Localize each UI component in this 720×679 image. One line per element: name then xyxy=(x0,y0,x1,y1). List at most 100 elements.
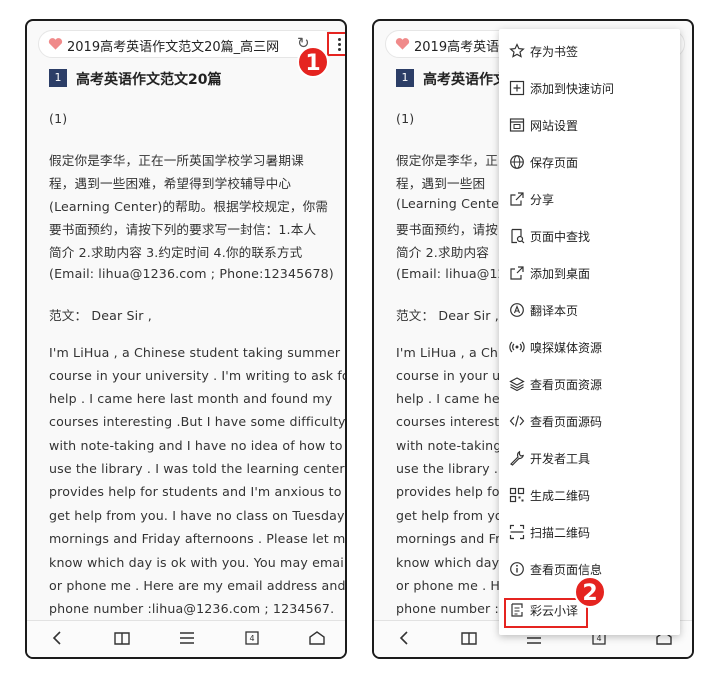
more-menu-button[interactable] xyxy=(327,32,345,56)
article-line: 简介 2.求助内容 xyxy=(396,245,489,260)
highlight-box xyxy=(504,598,588,628)
article-line: 程，遇到一些困难，希望得到学校辅导中心 xyxy=(49,176,292,191)
menu-item-label: 生成二维码 xyxy=(530,489,591,503)
menu-item-label: 添加到快速访问 xyxy=(530,82,615,96)
article-line: (Email: lihua@1236.com ; Phone:12345678) xyxy=(49,266,334,281)
site-settings-icon xyxy=(509,118,525,132)
menu-item-label: 网站设置 xyxy=(530,119,579,133)
section-number-badge: 1 xyxy=(396,69,414,87)
info-icon xyxy=(510,562,524,576)
menu-icon[interactable] xyxy=(177,628,197,648)
article-line: (Email: lihua@123 xyxy=(396,266,514,281)
page-title: 2019高考英语作 xyxy=(414,40,513,55)
article-line: (1) xyxy=(396,111,415,126)
more-dot xyxy=(338,48,341,51)
menu-item-generate-qr[interactable]: 生成二维码 xyxy=(499,477,680,514)
menu-item-add-to-desktop[interactable]: 添加到桌面 xyxy=(499,255,680,292)
globe-icon xyxy=(510,155,524,169)
article-line: or phone me . He xyxy=(396,578,508,593)
tabs-button[interactable]: 4 xyxy=(242,628,262,648)
article-line: (1) xyxy=(49,111,68,126)
broadcast-icon xyxy=(509,341,525,353)
article-line: courses interestir xyxy=(396,414,509,429)
article-line: help . I came here last month and found … xyxy=(49,391,333,406)
menu-item-label: 分享 xyxy=(530,193,555,207)
bookmarks-icon[interactable] xyxy=(459,628,479,648)
menu-item-label: 翻译本页 xyxy=(530,304,579,318)
article-line: mornings and Friday afternoons . Please … xyxy=(49,531,347,546)
article-line: 要书面预约，请按 xyxy=(396,222,498,237)
overflow-menu: 存为书签 添加到快速访问 网站设置 保存页面 分享 页面中查找 添加到桌面 翻译… xyxy=(499,29,680,635)
menu-item-share[interactable]: 分享 xyxy=(499,181,680,218)
article-line: provides help for xyxy=(396,484,505,499)
menu-item-scan-qr[interactable]: 扫描二维码 xyxy=(499,514,680,551)
article-line: 要书面预约，请按下列的要求写一封信：1.本人 xyxy=(49,222,317,237)
article-line: courses interesting .But I have some dif… xyxy=(49,414,346,429)
plus-square-icon xyxy=(509,80,525,96)
article-line: use the library . I xyxy=(396,461,507,476)
article-line: or phone me . Here are my email address … xyxy=(49,578,346,593)
menu-item-label: 嗅探媒体资源 xyxy=(530,341,603,355)
menu-item-sniff-media[interactable]: 嗅探媒体资源 xyxy=(499,329,680,366)
phone-screen-left: 2019高考英语作文范文20篇_高三网 ↻ 1 高考英语作文范文20篇 (1) … xyxy=(25,19,347,659)
more-dots-icon xyxy=(338,38,341,41)
article-line: I'm LiHua , a Chinese student taking sum… xyxy=(49,345,341,360)
page-title: 2019高考英语作文范文20篇_高三网 xyxy=(67,40,280,55)
address-bar[interactable]: 2019高考英语作文范文20篇_高三网 ↻ xyxy=(38,30,345,58)
back-icon[interactable] xyxy=(394,628,414,648)
menu-item-label: 扫描二维码 xyxy=(530,526,591,540)
article-line: know which day is ok with you. You may e… xyxy=(49,555,347,570)
bookmarks-icon[interactable] xyxy=(112,628,132,648)
article-line: 假定你是李华，正 xyxy=(396,153,498,168)
article-line: 简介 2.求助内容 3.约定时间 4.你的联系方式 xyxy=(49,245,303,260)
menu-item-site-settings[interactable]: 网站设置 xyxy=(499,107,680,144)
article-line: (Learning Center)的帮助。根据学校规定，你需 xyxy=(49,199,329,214)
menu-item-page-source[interactable]: 查看页面源码 xyxy=(499,403,680,440)
qr-code-icon xyxy=(509,487,525,503)
article-line: help . I came her xyxy=(396,391,506,406)
wrench-icon xyxy=(510,450,524,466)
section-title: 高考英语作文 xyxy=(423,72,507,88)
scan-icon xyxy=(509,524,525,540)
bottom-toolbar: 4 xyxy=(27,620,345,657)
article-line: (Learning Center) xyxy=(396,196,510,211)
article-line: get help from you. I have no class on Tu… xyxy=(49,508,347,523)
article-line: phone number :lih xyxy=(396,601,515,616)
article-line: get help from you xyxy=(396,508,511,523)
menu-item-find-in-page[interactable]: 页面中查找 xyxy=(499,218,680,255)
more-dot xyxy=(338,43,341,46)
menu-item-translate[interactable]: 翻译本页 xyxy=(499,292,680,329)
article-line: know which day i xyxy=(396,555,508,570)
menu-item-label: 查看页面资源 xyxy=(530,378,603,392)
home-icon[interactable] xyxy=(307,628,327,648)
article-line: phone number :lihua@1236.com ; 1234567. xyxy=(49,601,335,616)
article-line: mornings and Fric xyxy=(396,531,512,546)
article-line: use the library . I was told the learnin… xyxy=(49,461,345,476)
add-to-desktop-icon xyxy=(510,266,524,280)
menu-item-label: 存为书签 xyxy=(530,45,579,59)
article-line: 假定你是李华，正在一所英国学校学习暑期课 xyxy=(49,153,304,168)
article-line: course in your university . I'm writing … xyxy=(49,368,347,383)
menu-item-save-page[interactable]: 保存页面 xyxy=(499,144,680,181)
back-icon[interactable] xyxy=(47,628,67,648)
menu-item-page-resources[interactable]: 查看页面资源 xyxy=(499,366,680,403)
step-marker-1: 1 xyxy=(297,46,329,78)
tab-count: 4 xyxy=(249,634,255,643)
menu-item-bookmark[interactable]: 存为书签 xyxy=(499,33,680,70)
menu-item-label: 查看页面源码 xyxy=(530,415,603,429)
menu-item-developer-tools[interactable]: 开发者工具 xyxy=(499,440,680,477)
find-in-page-icon xyxy=(511,228,525,244)
article-line: I'm LiHua , a Chi xyxy=(396,345,502,360)
article-line: with note-taking a xyxy=(396,438,514,453)
article-line: course in your un xyxy=(396,368,509,383)
share-icon xyxy=(510,192,524,206)
site-favicon-icon xyxy=(395,38,410,50)
menu-item-quick-access[interactable]: 添加到快速访问 xyxy=(499,70,680,107)
article-line: provides help for students and I'm anxio… xyxy=(49,484,342,499)
article-line: 程，遇到一些困 xyxy=(396,176,486,191)
article-line: 范文： Dear Sir , xyxy=(396,308,499,323)
menu-item-label: 保存页面 xyxy=(530,156,579,170)
section-title: 高考英语作文范文20篇 xyxy=(76,72,222,88)
menu-item-label: 页面中查找 xyxy=(530,230,591,244)
site-favicon-icon xyxy=(48,38,63,50)
